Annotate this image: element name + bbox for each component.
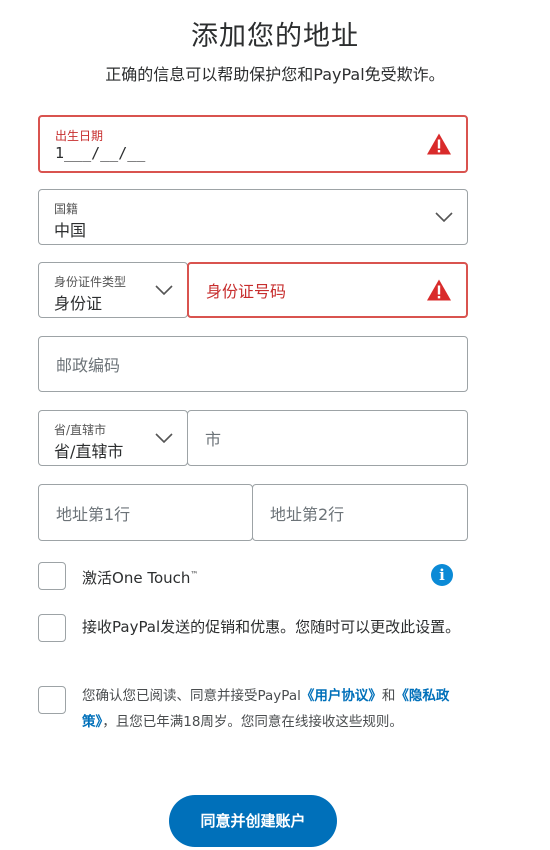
warning-icon <box>427 279 451 301</box>
warning-icon <box>427 133 451 155</box>
nationality-value: 中国 <box>54 221 87 240</box>
id-number-placeholder: 身份证号码 <box>206 282 287 301</box>
agreement-text-2: ，且您已年满18周岁。您同意在线接收这些规则。 <box>102 714 403 730</box>
province-value: 省/直辖市 <box>54 442 124 461</box>
birthdate-label: 出生日期 <box>55 129 104 143</box>
agreement-text: 您确认您已阅读、同意并接受PayPal《用户协议》和《隐私政策》，且您已年满18… <box>82 683 472 735</box>
agreement-checkbox[interactable] <box>38 686 66 714</box>
info-icon[interactable]: i <box>431 564 453 586</box>
chevron-down-icon <box>155 285 173 295</box>
promotions-label: 接收PayPal发送的促销和优惠。您随时可以更改此设置。 <box>82 618 461 636</box>
user-agreement-link[interactable]: 《用户协议》 <box>301 688 382 704</box>
province-select[interactable]: 省/直辖市 省/直辖市 <box>38 410 188 466</box>
trademark-mark: ™ <box>190 570 199 579</box>
birthdate-value[interactable]: 1___/__/__ <box>55 144 145 162</box>
nationality-label: 国籍 <box>54 202 79 216</box>
nationality-select[interactable]: 国籍 中国 <box>38 189 468 245</box>
id-type-select[interactable]: 身份证件类型 身份证 <box>38 262 188 318</box>
signup-address-page: 添加您的地址 正确的信息可以帮助保护您和PayPal免受欺诈。 出生日期 1__… <box>0 0 550 850</box>
one-touch-prefix: 激活 <box>82 569 113 587</box>
promotions-checkbox[interactable] <box>38 614 66 642</box>
chevron-down-icon <box>435 212 453 222</box>
id-type-value: 身份证 <box>54 294 103 313</box>
address-line2-placeholder: 地址第2行 <box>270 504 345 524</box>
address-line2-input[interactable]: 地址第2行 <box>252 484 468 541</box>
id-number-input[interactable]: 身份证号码 <box>187 262 468 318</box>
province-label: 省/直辖市 <box>54 423 107 437</box>
city-input[interactable]: 市 <box>187 410 468 466</box>
page-title: 添加您的地址 <box>191 21 359 52</box>
address-line1-input[interactable]: 地址第1行 <box>38 484 253 541</box>
postal-code-placeholder: 邮政编码 <box>56 356 121 375</box>
page-subtitle: 正确的信息可以帮助保护您和PayPal免受欺诈。 <box>105 65 445 84</box>
address-line1-placeholder: 地址第1行 <box>56 504 131 524</box>
agreement-and: 和 <box>381 688 396 704</box>
agree-create-account-button[interactable]: 同意并创建账户 <box>169 795 337 847</box>
birthdate-field[interactable]: 出生日期 1___/__/__ <box>38 115 468 173</box>
agreement-text-1: 您确认您已阅读、同意并接受PayPal <box>82 688 301 704</box>
chevron-down-icon <box>155 433 173 443</box>
one-touch-label: 激活One Touch™ <box>82 562 198 591</box>
city-placeholder: 市 <box>205 430 222 449</box>
postal-code-input[interactable]: 邮政编码 <box>38 336 468 392</box>
one-touch-checkbox[interactable] <box>38 562 66 590</box>
id-type-label: 身份证件类型 <box>54 275 127 289</box>
one-touch-name: One Touch <box>112 569 191 587</box>
